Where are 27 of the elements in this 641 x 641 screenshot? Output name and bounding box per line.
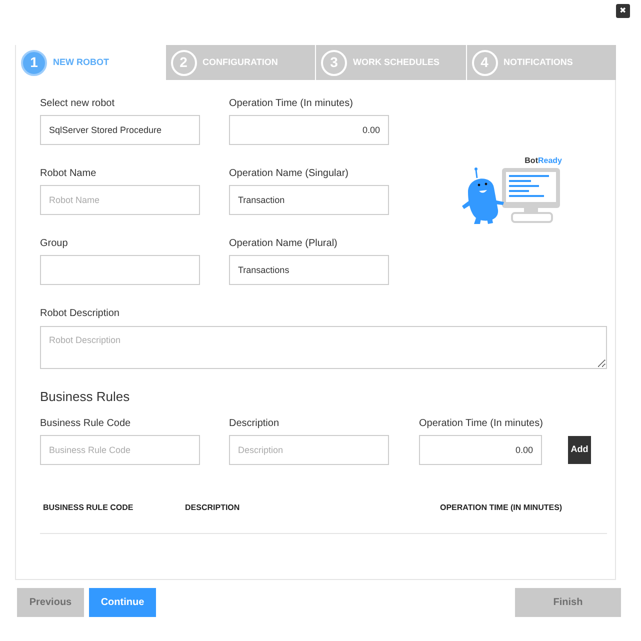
column-header: OPERATION TIME (IN MINUTES) [440, 502, 562, 514]
field-label: Select new robot [40, 98, 116, 110]
section-heading: Business Rules [40, 389, 131, 405]
field-label: Business Rule Code [40, 418, 132, 430]
input-field[interactable] [40, 255, 200, 285]
column-header: DESCRIPTION [185, 502, 241, 514]
input-field[interactable]: Transaction [229, 185, 389, 215]
field-label: Group [40, 238, 69, 250]
input-field[interactable]: 0.00 [419, 435, 542, 465]
logo-text: BotReady [524, 156, 562, 166]
field-label: Operation Name (Singular) [229, 168, 350, 180]
input-field[interactable]: 0.00 [229, 115, 389, 145]
input-field[interactable]: Description [229, 435, 389, 465]
add-button[interactable]: Add [568, 436, 591, 464]
input-field[interactable]: SqlServer Stored Procedure [40, 115, 200, 145]
description-field[interactable]: Robot Description [40, 326, 607, 369]
field-label: Operation Name (Plural) [229, 238, 338, 250]
field-label: Description [229, 418, 280, 430]
field-label: Operation Time (In minutes) [419, 418, 542, 430]
field-label: Robot Description [40, 308, 120, 320]
close-button[interactable]: ✖ [616, 4, 630, 18]
column-header: BUSINESS RULE CODE [42, 502, 134, 514]
field-label: Operation Time (In minutes) [229, 98, 354, 110]
input-field[interactable]: Robot Name [40, 185, 200, 215]
field-label: Robot Name [40, 168, 98, 180]
input-field[interactable]: Transactions [229, 255, 389, 285]
input-field[interactable]: Business Rule Code [40, 435, 200, 465]
